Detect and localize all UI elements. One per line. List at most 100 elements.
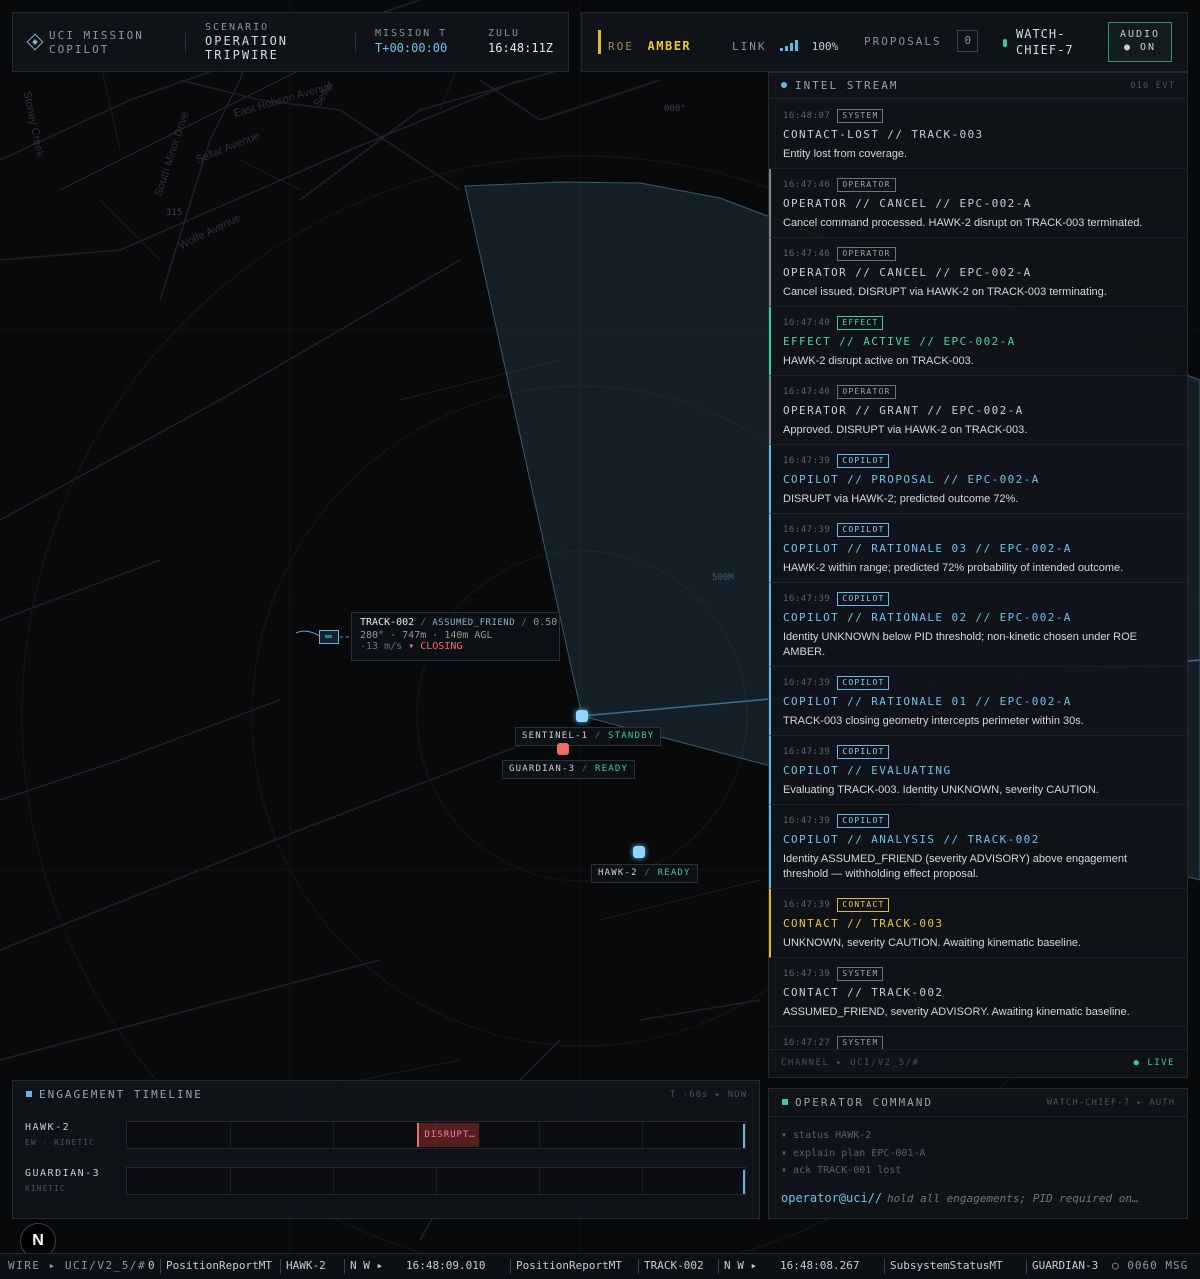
scenario-line2: TRIPWIRE (205, 48, 279, 62)
intel-status-dot (781, 82, 787, 88)
intel-entry-tag: CONTACT (837, 898, 890, 912)
intel-entry-tag: SYSTEM (837, 1036, 884, 1050)
intel-entry-time: 16:47:39 (783, 456, 831, 466)
app-name-line2: COPILOT (49, 43, 110, 56)
track-confidence: 0.50 (533, 617, 558, 628)
intel-entry[interactable]: 16:47:39 COPILOT COPILOT // RATIONALE 01 /… (769, 667, 1187, 736)
roe-value: AMBER (647, 39, 692, 53)
track-speed-row: -13 m/s ▾ CLOSING (360, 641, 551, 652)
intel-entry-time: 16:47:39 (783, 969, 831, 979)
intel-entry-body: DISRUPT via HAWK-2; predicted outcome 72… (783, 493, 1019, 505)
signal-bars-icon (780, 40, 799, 51)
intel-entry-meta: 16:47:39 COPILOT (783, 454, 1175, 468)
ticker-separator (344, 1259, 345, 1274)
timeline-asset-name: HAWK-2 (25, 1122, 71, 1133)
hawk-2-marker[interactable] (633, 846, 645, 858)
ticker-separator (884, 1259, 885, 1274)
intel-entry[interactable]: 16:47:46 OPERATOR OPERATOR // CANCEL // EP… (769, 169, 1187, 238)
timeline-row-hawk-2[interactable]: HAWK-2 EW · KINETIC DISRUPT… (13, 1121, 759, 1151)
ticker-separator (510, 1259, 511, 1274)
track-002-marker[interactable] (319, 630, 339, 644)
ticker-item: 16:48:08.267 (780, 1259, 860, 1272)
intel-entry[interactable]: 16:47:39 SYSTEM CONTACT // TRACK-002 ASSUME… (769, 958, 1187, 1027)
command-suggestion[interactable]: ▾ ack TRACK-001 lost (781, 1162, 926, 1180)
roe-status[interactable]: ROE AMBER (608, 35, 718, 93)
intel-entry[interactable]: 16:47:39 COPILOT COPILOT // EVALUATING Eval… (769, 736, 1187, 805)
intel-entry[interactable]: 16:48:07 SYSTEM CONTACT-LOST // TRACK-003 E… (769, 100, 1187, 169)
intel-entry-time: 16:47:40 (783, 387, 831, 397)
intel-entry-body: Identity UNKNOWN below PID threshold; no… (783, 631, 1137, 658)
intel-entry-meta: 16:47:46 OPERATOR (783, 178, 1175, 192)
intel-entry-meta: 16:47:40 OPERATOR (783, 385, 1175, 399)
divider (355, 33, 356, 53)
intel-entry-time: 16:47:39 (783, 900, 831, 910)
intel-entry[interactable]: 16:47:39 CONTACT CONTACT // TRACK-003 UNKNO… (769, 889, 1187, 958)
intel-entry[interactable]: 16:47:46 OPERATOR OPERATOR // CANCEL // EP… (769, 238, 1187, 307)
timeline-asset-sub: KINETIC (25, 1184, 66, 1193)
asset-name: GUARDIAN-3 (509, 764, 576, 774)
sentinel-1-marker[interactable] (576, 710, 588, 722)
intel-entry-meta: 16:48:07 SYSTEM (783, 109, 1175, 123)
timeline-row-guardian-3[interactable]: GUARDIAN-3 KINETIC (13, 1167, 759, 1197)
intel-entry-meta: 16:47:39 COPILOT (783, 814, 1175, 828)
intel-entry[interactable]: 16:47:39 COPILOT COPILOT // PROPOSAL // EP… (769, 445, 1187, 514)
intel-entry[interactable]: 16:47:27SYSTEMCONTACT-LOST // TRACK-001E… (769, 1027, 1187, 1050)
intel-entry-body: ASSUMED_FRIEND, severity ADVISORY. Await… (783, 1006, 1130, 1018)
track-altitude: 140m AGL (444, 630, 493, 641)
track-speed: -13 m/s (360, 641, 403, 652)
sentinel-1-label[interactable]: SENTINEL-1 / STANDBY (515, 727, 662, 746)
intel-entry[interactable]: 16:47:40 EFFECT EFFECT // ACTIVE // EPC-00… (769, 307, 1187, 376)
ticker-separator (718, 1259, 719, 1274)
intel-header: INTEL STREAM 016 EVT (769, 73, 1187, 99)
ticker-separator (638, 1259, 639, 1274)
audio-toggle-button[interactable]: AUDIO ● ON (1108, 22, 1172, 62)
command-auth: WATCH-CHIEF-7 ▸ AUTH (1046, 1098, 1175, 1108)
track-header: TRACK-002 / ASSUMED_FRIEND / 0.50 (360, 617, 558, 628)
timeline-now-marker (743, 1124, 745, 1148)
intel-feed[interactable]: 16:48:07 SYSTEM CONTACT-LOST // TRACK-003 E… (769, 100, 1187, 1050)
intel-entry[interactable]: 16:47:39 COPILOT COPILOT // RATIONALE 02 /… (769, 583, 1187, 667)
ticker-item: PositionReportMT (166, 1259, 272, 1272)
intel-entry-meta: 16:47:39 COPILOT (783, 592, 1175, 606)
timeline-title: ENGAGEMENT TIMELINE (39, 1088, 203, 1101)
intel-entry-title: CONTACT-LOST // TRACK-003 (783, 128, 984, 141)
command-suggestion[interactable]: ▾ explain plan EPC-001-A (781, 1145, 926, 1163)
intel-entry-title: OPERATOR // GRANT // EPC-002-A (783, 404, 1024, 417)
command-input[interactable] (887, 1189, 1179, 1207)
intel-live-badge: ● LIVE (1133, 1058, 1175, 1068)
app-brand: UCI MISSION COPILOT (26, 29, 189, 87)
intel-entry-time: 16:47:46 (783, 180, 831, 190)
intel-entry-tag: COPILOT (837, 676, 890, 690)
scenario-label: SCENARIO (205, 22, 270, 33)
timeline-event-disrupt[interactable]: DISRUPT… (417, 1123, 480, 1147)
intel-entry-time: 16:47:27 (783, 1038, 831, 1048)
intel-entry[interactable]: 16:47:40 OPERATOR OPERATOR // GRANT // EPC… (769, 376, 1187, 445)
roe-indicator (598, 30, 601, 54)
intel-entry-title: OPERATOR // CANCEL // EPC-002-A (783, 266, 1032, 279)
intel-entry-title: COPILOT // PROPOSAL // EPC-002-A (783, 473, 1040, 486)
command-suggestion[interactable]: ▾ status HAWK-2 (781, 1127, 926, 1145)
track-002-card[interactable]: TRACK-002 / ASSUMED_FRIEND / 0.50 280° ·… (351, 612, 560, 661)
asset-status: STANDBY (608, 731, 655, 741)
hawk-2-label[interactable]: HAWK-2 / READY (591, 864, 698, 883)
intel-entry-time: 16:47:40 (783, 318, 831, 328)
intel-entry-title: OPERATOR // CANCEL // EPC-002-A (783, 197, 1032, 210)
map-marker-label: 315 (166, 208, 183, 218)
ticker-item: N W ▸ (350, 1259, 384, 1272)
guardian-3-label[interactable]: GUARDIAN-3 / READY (502, 760, 636, 779)
guardian-3-marker[interactable] (557, 743, 569, 755)
intel-entry-title: CONTACT // TRACK-003 (783, 917, 944, 930)
bearing-label: 000° (664, 104, 686, 114)
ticker-separator (1026, 1259, 1027, 1274)
intel-entry-body: Evaluating TRACK-003. Identity UNKNOWN, … (783, 784, 1099, 796)
timeline-now-marker (743, 1170, 745, 1194)
intel-entry-body: Cancel command processed. HAWK-2 disrupt… (783, 217, 1143, 229)
intel-entry[interactable]: 16:47:39 COPILOT COPILOT // RATIONALE 03 /… (769, 514, 1187, 583)
track-name: TRACK-002 (360, 617, 415, 628)
intel-entry[interactable]: 16:47:39 COPILOT COPILOT // ANALYSIS // TR… (769, 805, 1187, 889)
proposals-label: PROPOSALS (864, 35, 942, 48)
ticker-separator (280, 1259, 281, 1274)
intel-entry-tag: OPERATOR (837, 385, 896, 399)
asset-status: READY (595, 764, 629, 774)
ticker-item: GUARDIAN-3 ▸ (1032, 1259, 1112, 1272)
